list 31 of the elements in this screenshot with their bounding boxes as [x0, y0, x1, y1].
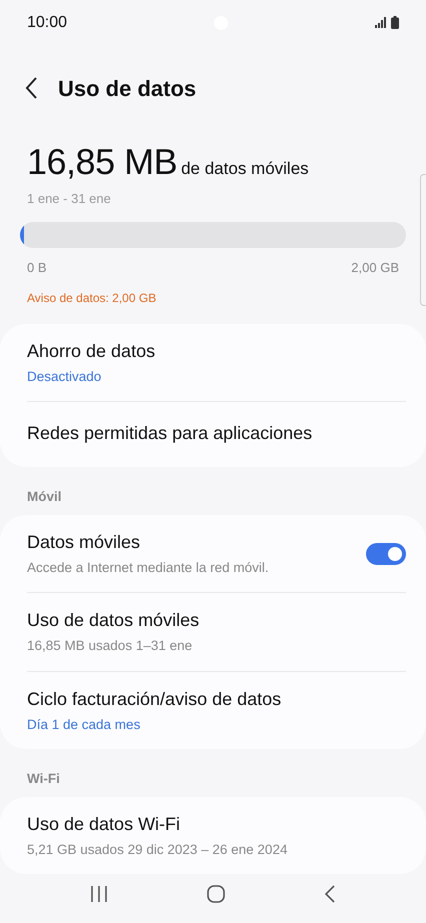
range-max-label: 2,00 GB: [351, 259, 399, 278]
page-title: Uso de datos: [58, 74, 196, 103]
data-warning: Aviso de datos: 2,00 GB: [27, 290, 158, 307]
section-header: Wi-Fi: [26, 770, 61, 788]
toggle-switch[interactable]: [366, 542, 406, 565]
item-subtitle: Día 1 de cada mes: [27, 716, 142, 734]
back-button[interactable]: [24, 76, 38, 100]
item-title: Redes permitidas para aplicaciones: [27, 422, 312, 445]
item-title: Ahorro de datos: [27, 340, 156, 363]
section-header: Móvil: [26, 488, 63, 506]
settings-item[interactable]: Ahorro de datos Desactivado: [27, 324, 406, 401]
item-subtitle: 5,21 GB usados 29 dic 2023 – 26 ene 2024: [27, 841, 288, 860]
item-title: Ciclo facturación/aviso de datos: [27, 688, 282, 711]
item-subtitle: Desactivado: [27, 368, 102, 386]
signal-icon: [374, 17, 387, 28]
item-subtitle: 16,85 MB usados 1–31 ene: [27, 637, 194, 656]
item-subtitle: Accede a Internet mediante la red móvil.: [27, 559, 269, 578]
usage-unit-label: de datos móviles: [181, 158, 309, 180]
item-title: Datos móviles: [27, 531, 142, 554]
settings-item[interactable]: Redes permitidas para aplicaciones: [27, 400, 406, 467]
settings-item[interactable]: Ciclo facturación/aviso de datos Día 1 de cada mes: [27, 670, 406, 749]
clock: 10:00: [27, 12, 68, 33]
range-min-label: 0 B: [27, 259, 47, 278]
settings-item[interactable]: Datos móviles Accede a Internet mediante la red móvil.: [27, 515, 406, 592]
settings-item[interactable]: Uso de datos Wi-Fi 5,21 GB usados 29 dic 2023 – 26 ene 2024: [27, 797, 406, 874]
item-title: Uso de datos móviles: [27, 609, 200, 632]
usage-amount: 16,85 MB: [27, 140, 178, 184]
battery-icon: [390, 16, 399, 30]
item-title: Uso de datos Wi-Fi: [27, 813, 182, 836]
settings-item[interactable]: Uso de datos móviles 16,85 MB usados 1–31 ene: [27, 592, 406, 671]
usage-period: 1 ene - 31 ene: [27, 190, 112, 208]
